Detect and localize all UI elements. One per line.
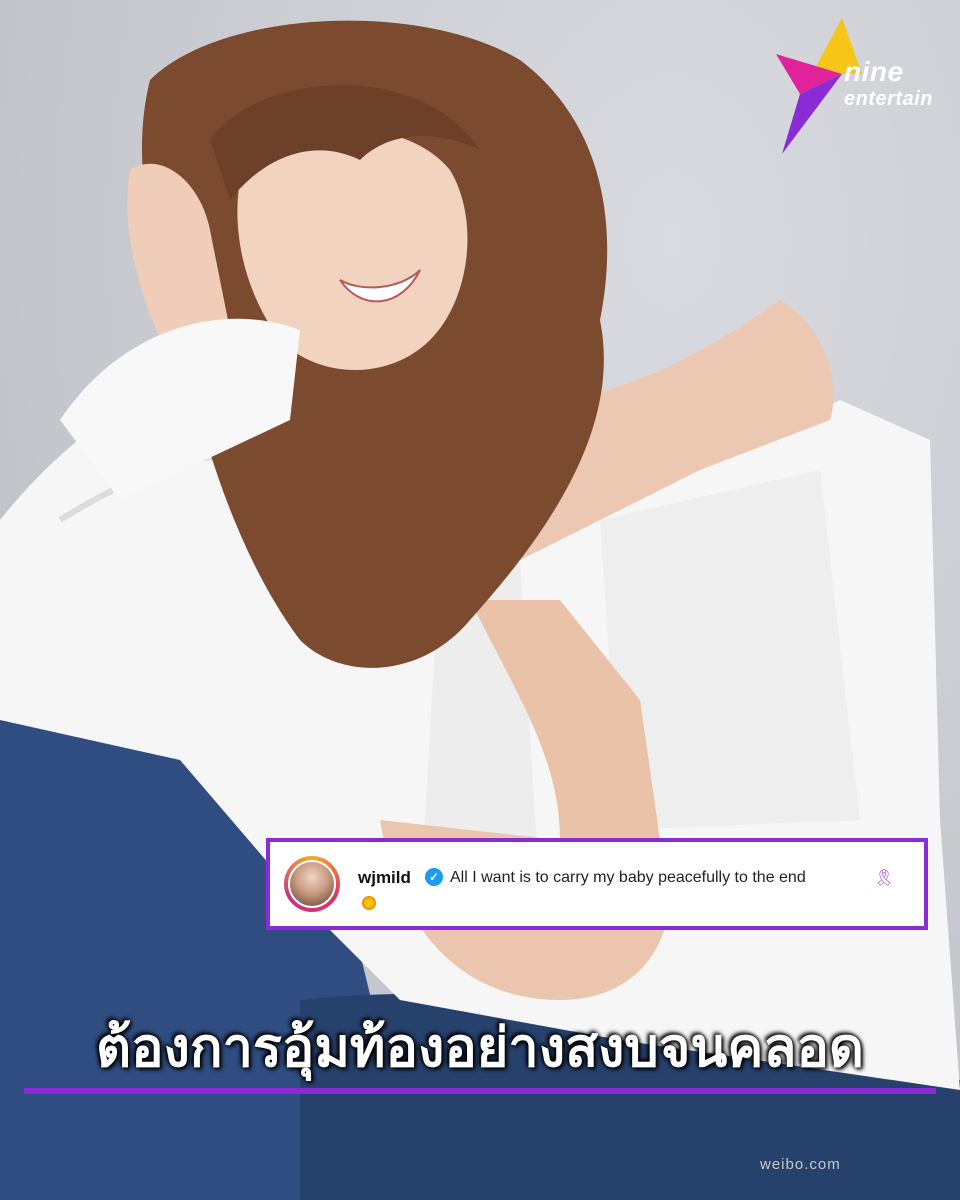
headline-underline [24,1088,936,1094]
logo-wordmark-entertain: entertain [844,88,933,110]
logo-wordmark-nine: nine [844,56,904,87]
avatar-photo [288,860,336,908]
headline-thai: ต้องการอุ้มท้องอย่างสงบจนคลอด [96,1018,864,1078]
verified-badge-icon: ✓ [425,868,443,886]
username[interactable]: wjmild [358,868,411,888]
purple-ribbon-icon: 🎗 [874,870,895,887]
nine-entertain-logo: nine entertain [772,14,952,158]
sunflower-emoji-icon [362,896,376,910]
avatar[interactable] [284,856,340,912]
caption-text: All I want is to carry my baby peacefull… [450,869,806,886]
watermark: weibo.com [760,1156,841,1173]
instagram-caption-card: wjmild ✓ All I want is to carry my baby … [266,838,928,930]
